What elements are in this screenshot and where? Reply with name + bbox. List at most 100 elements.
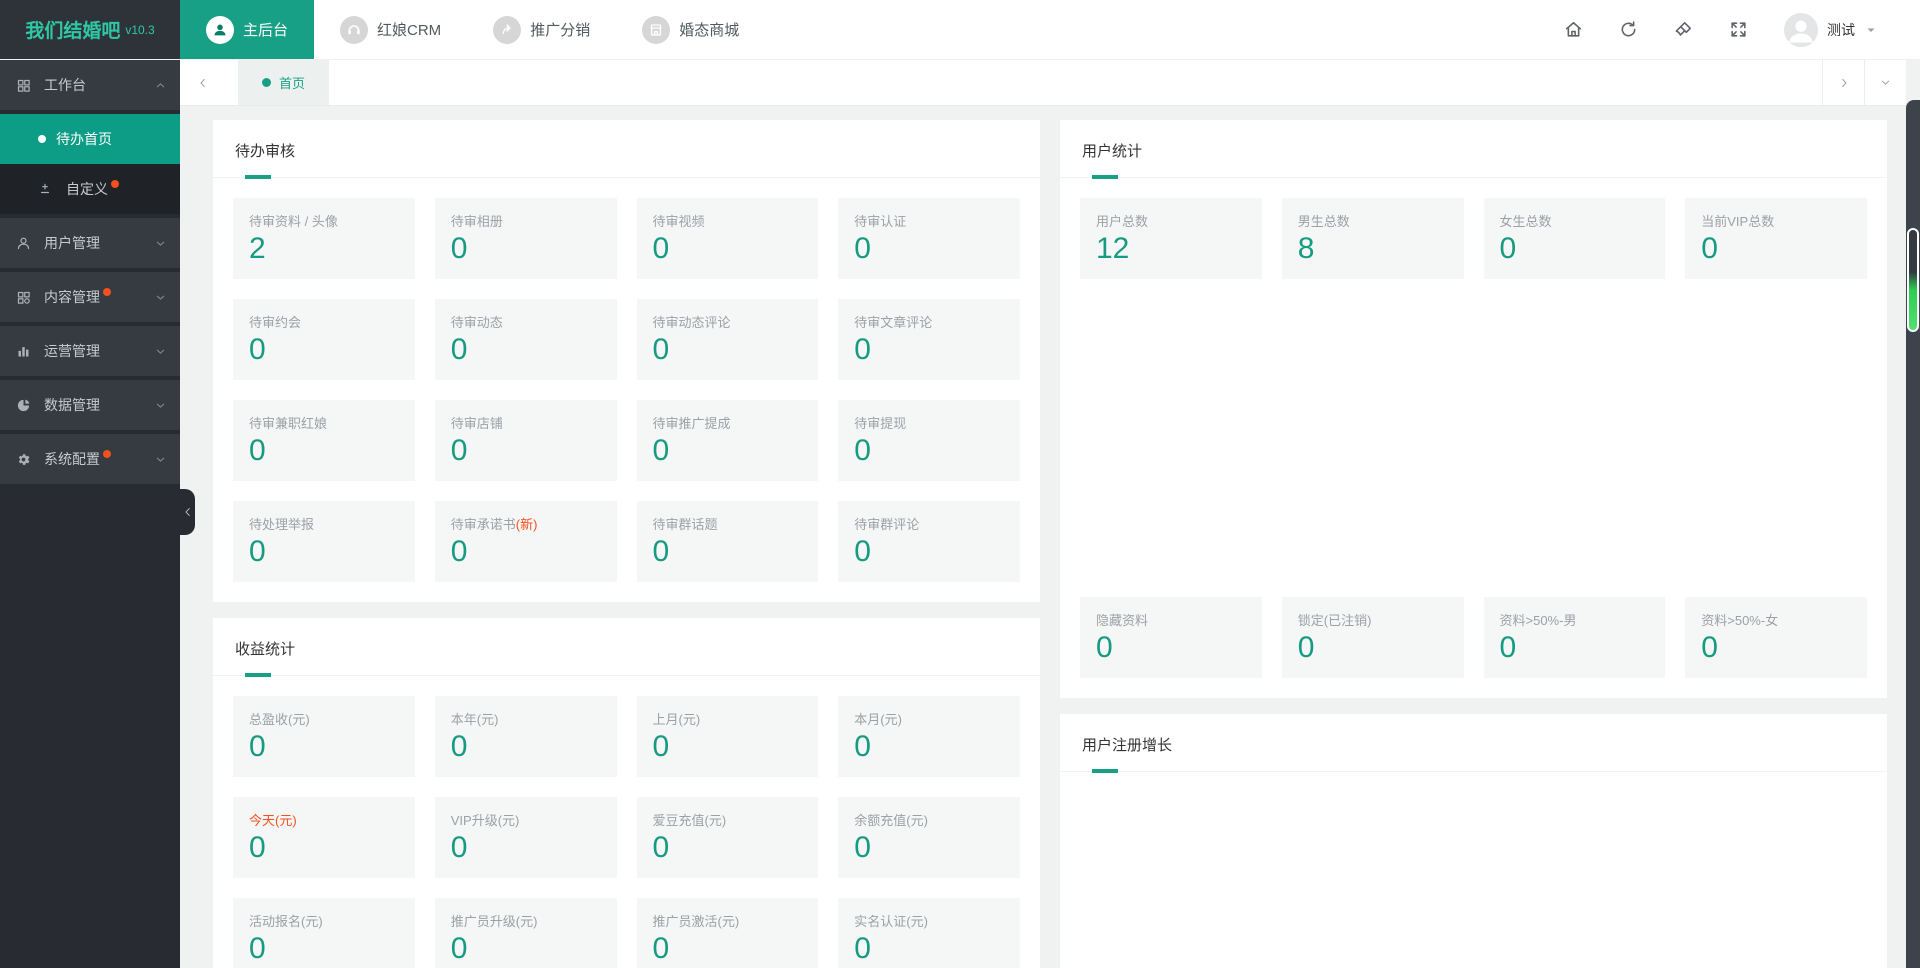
stat-value: 0 (249, 434, 266, 467)
stat-value: 0 (1701, 631, 1718, 664)
stat-label: 推广员激活(元) (652, 914, 740, 929)
sidebar-item-user-management[interactable]: 用户管理 (0, 218, 180, 268)
stat-box[interactable]: 待审认证 0 (838, 198, 1020, 279)
app-title: 我们结婚吧 (25, 21, 121, 42)
stat-value: 0 (1701, 232, 1718, 265)
stat-label: 推广员升级(元) (450, 914, 538, 929)
sidebar-item-content-management[interactable]: 内容管理 (0, 272, 180, 322)
stat-value: 12 (1096, 232, 1130, 265)
clear-cache-icon[interactable] (1674, 20, 1693, 39)
chevron-down-icon (155, 292, 166, 303)
caret-down-icon (1864, 23, 1878, 37)
card-title: 用户统计 (1060, 120, 1887, 179)
stat-label: 待审文章评论 (854, 315, 933, 330)
stat-box: 本年(元) 0 (434, 696, 617, 777)
stat-box[interactable]: 待审提现 0 (838, 400, 1020, 481)
stat-label: 实名认证(元) (854, 914, 928, 929)
stat-value: 0 (652, 232, 670, 265)
todo-review-card: 待办审核 待审资料 / 头像 2 待审相册 0 待审视频 0 待审认证 0 待审约会 0 待审动态 0… (213, 120, 1040, 602)
tabs-menu-button[interactable] (1864, 60, 1906, 105)
tabs-scroll-right-button[interactable] (1822, 60, 1864, 105)
stat-label: 总盈收(元) (249, 712, 310, 727)
topnav-tab-matchmaker-crm[interactable]: 红娘CRM (314, 0, 467, 59)
stat-box[interactable]: 待审推广提成 0 (636, 400, 819, 481)
fullscreen-icon[interactable] (1729, 20, 1748, 39)
stat-box[interactable]: 待审动态评论 0 (636, 299, 819, 380)
sidebar-collapse-handle[interactable] (180, 489, 195, 535)
topnav-tab-label: 婚态商城 (679, 22, 740, 39)
bar-chart-icon (16, 344, 33, 359)
stat-box: 总盈收(元) 0 (233, 696, 415, 777)
card-title: 用户注册增长 (1060, 714, 1887, 773)
stat-label: 余额充值(元) (854, 813, 928, 828)
chevron-down-icon (155, 346, 166, 357)
sidebar-item-system-config[interactable]: 系统配置 (0, 434, 180, 484)
stat-value: 0 (450, 932, 468, 965)
stat-box: 资料>50%-男 0 (1483, 597, 1666, 678)
stat-box[interactable]: 待审群话题 0 (636, 501, 819, 582)
user-stats-empty-area (1080, 279, 1867, 597)
stat-box[interactable]: 待审视频 0 (636, 198, 819, 279)
stat-label: 待审群话题 (652, 517, 718, 532)
stat-label: 待审承诺书(新) (450, 517, 538, 532)
stat-box[interactable]: 待审兼职红娘 0 (233, 400, 415, 481)
stat-label: 活动报名(元) (249, 914, 323, 929)
page-scrollbar-thumb[interactable] (1907, 228, 1919, 332)
stat-label: 待审视频 (652, 214, 705, 229)
stat-box[interactable]: 待审动态 0 (434, 299, 617, 380)
todo-stat-grid: 待审资料 / 头像 2 待审相册 0 待审视频 0 待审认证 0 待审约会 0 待审动态 0 待审动态评… (233, 198, 1020, 582)
stat-box[interactable]: 待处理举报 0 (233, 501, 415, 582)
stat-box[interactable]: 待审店铺 0 (434, 400, 617, 481)
stat-box[interactable]: 待审承诺书(新) 0 (434, 501, 617, 582)
stat-value: 0 (652, 831, 670, 864)
topnav-tab-label: 主后台 (243, 22, 289, 39)
user-menu[interactable]: 测试 (1784, 12, 1878, 47)
card-title: 收益统计 (213, 618, 1040, 677)
stat-box[interactable]: 待审文章评论 0 (838, 299, 1020, 380)
tagbar-actions (1822, 60, 1906, 105)
stat-value: 0 (1297, 631, 1315, 664)
stat-value: 0 (450, 333, 468, 366)
stat-value: 0 (652, 730, 670, 763)
refresh-icon[interactable] (1619, 20, 1638, 39)
sidebar-item-data-management[interactable]: 数据管理 (0, 380, 180, 430)
stat-box: 用户总数 12 (1080, 198, 1262, 279)
user-growth-card: 用户注册增长 (1060, 714, 1887, 968)
topnav-tab-promotion-distribution[interactable]: 推广分销 (467, 0, 616, 59)
topnav-tab-main-backend[interactable]: 主后台 (180, 0, 315, 59)
home-icon[interactable] (1564, 20, 1583, 39)
stat-value: 0 (854, 535, 871, 568)
stat-box: 上月(元) 0 (636, 696, 819, 777)
stat-value: 0 (450, 730, 468, 763)
new-flag: (新) (515, 517, 538, 532)
stat-label: VIP升级(元) (450, 813, 520, 828)
stat-box[interactable]: 待审资料 / 头像 2 (233, 198, 415, 279)
stat-box[interactable]: 待审约会 0 (233, 299, 415, 380)
service-icon (340, 15, 369, 44)
stat-value: 0 (854, 434, 871, 467)
title-accent-dash (245, 673, 271, 677)
stat-box[interactable]: 待审相册 0 (434, 198, 617, 279)
sidebar-item-operation-management[interactable]: 运营管理 (0, 326, 180, 376)
stat-value: 0 (450, 434, 468, 467)
sidebar-item-workbench[interactable]: 工作台 (0, 60, 180, 110)
stat-label: 待审群评论 (854, 517, 920, 532)
sidebar-item-label: 内容管理 (44, 289, 100, 305)
gear-icon (16, 452, 33, 467)
tab-home[interactable]: 首页 (238, 60, 330, 105)
sidebar-subitem-custom[interactable]: 自定义 (0, 164, 180, 214)
stat-box[interactable]: 待审群评论 0 (838, 501, 1020, 582)
stat-box: 推广员升级(元) 0 (434, 898, 617, 968)
blocks-icon (16, 290, 33, 305)
sidebar-subitem-todo-home[interactable]: 待办首页 (0, 114, 180, 164)
shop-icon (642, 15, 671, 44)
topnav-tab-marriage-mall[interactable]: 婚态商城 (616, 0, 765, 59)
stat-box: 推广员激活(元) 0 (636, 898, 819, 968)
tabs-scroll-left-button[interactable] (180, 60, 226, 105)
stat-value: 0 (652, 932, 670, 965)
stat-value: 0 (854, 232, 871, 265)
stat-box: 隐藏资料 0 (1080, 597, 1262, 678)
stat-label: 待审相册 (450, 214, 503, 229)
revenue-stats-card: 收益统计 总盈收(元) 0 本年(元) 0 上月(元) 0 本月(元) 0 今天(元) 0 VIP升… (213, 618, 1040, 968)
stat-value: 0 (854, 333, 871, 366)
